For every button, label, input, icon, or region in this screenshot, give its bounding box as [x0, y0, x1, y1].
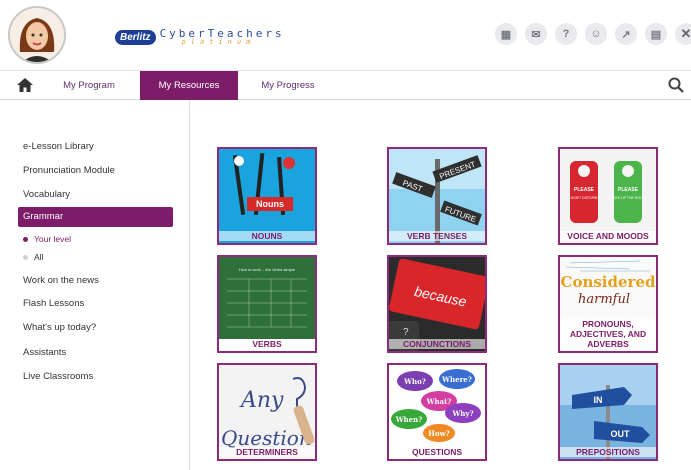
main-nav: My Program My Resources My Progress [0, 71, 691, 100]
card-label: QUESTIONS [389, 447, 485, 457]
radio-unselected-icon [23, 254, 28, 260]
mail-icon[interactable]: ✉ [525, 23, 547, 45]
help-icon[interactable]: ? [555, 23, 577, 45]
sidebar-item-vocabulary[interactable]: Vocabulary [23, 189, 70, 200]
sidebar-item-flash-lessons[interactable]: Flash Lessons [23, 298, 84, 309]
card-questions[interactable]: Who? Where? What? Why? When? How? QUESTI… [387, 363, 487, 461]
card-label: PRONOUNS, ADJECTIVES, AND ADVERBS [560, 319, 656, 349]
svg-text:harmful: harmful [578, 292, 630, 307]
sidebar-item-e-lesson-library[interactable]: e-Lesson Library [23, 141, 94, 152]
avatar[interactable] [8, 6, 66, 64]
card-label: NOUNS [219, 231, 315, 241]
card-label: CONJUNCTIONS [389, 339, 485, 349]
card-label: VERB TENSES [389, 231, 485, 241]
svg-text:IN: IN [594, 395, 603, 405]
sidebar-subitem-label: All [34, 252, 44, 262]
app-header: Berlitz CyberTeachers platinum ▦ ✉ ? ☺ ↗… [0, 0, 691, 71]
sidebar-subitem-your-level[interactable]: Your level [23, 234, 71, 244]
card-label: PREPOSITIONS [560, 447, 656, 457]
svg-text:Considered: Considered [561, 273, 656, 291]
card-nouns[interactable]: Nouns NOUNS [217, 147, 317, 245]
calendar-icon[interactable]: ▤ [645, 23, 667, 45]
svg-text:OUT: OUT [611, 429, 631, 439]
voice-and-moods-image: PLEASE DON'T DISTURB PLEASE MAKE UP THE … [560, 149, 656, 243]
card-verb-tenses[interactable]: PAST PRESENT FUTURE VERB TENSES [387, 147, 487, 245]
home-icon[interactable] [16, 76, 34, 94]
nouns-image: Nouns [219, 149, 315, 243]
sidebar-item-work-on-the-news[interactable]: Work on the news [23, 275, 99, 286]
close-icon[interactable]: ✕ [675, 23, 691, 45]
svg-text:Any: Any [239, 388, 284, 413]
card-prepositions[interactable]: IN OUT PREPOSITIONS [558, 363, 658, 461]
sidebar-subitem-label: Your level [34, 234, 72, 244]
svg-text:How to work – the Verbs simple: How to work – the Verbs simple [239, 267, 296, 272]
header-toolbar: ▦ ✉ ? ☺ ↗ ▤ ✕ [487, 23, 691, 45]
profile-icon[interactable]: ☺ [585, 23, 607, 45]
conjunctions-image: because ? [389, 257, 485, 351]
tab-my-resources[interactable]: My Resources [140, 71, 238, 100]
search-icon[interactable] [667, 76, 685, 94]
svg-text:Nouns: Nouns [256, 199, 284, 209]
svg-text:?: ? [403, 327, 409, 338]
svg-text:How?: How? [428, 429, 449, 438]
sidebar-item-pronunciation-module[interactable]: Pronunciation Module [23, 165, 115, 176]
sidebar-subitem-all[interactable]: All [23, 252, 43, 262]
card-label: VOICE AND MOODS [560, 231, 656, 241]
sidebar-item-live-classrooms[interactable]: Live Classrooms [23, 371, 93, 382]
svg-text:Why?: Why? [451, 409, 473, 418]
card-determiners[interactable]: Any Question DETERMINERS [217, 363, 317, 461]
card-pronouns-adjectives-adverbs[interactable]: Considered harmful PRONOUNS, ADJECTIVES,… [558, 255, 658, 353]
verb-tenses-image: PAST PRESENT FUTURE [389, 149, 485, 243]
svg-text:MAKE UP THE ROOM: MAKE UP THE ROOM [610, 196, 646, 200]
card-verbs[interactable]: How to work – the Verbs simple VERBS [217, 255, 317, 353]
logo-badge: Berlitz [115, 29, 156, 45]
grid-icon[interactable]: ▦ [495, 23, 517, 45]
card-conjunctions[interactable]: because ? CONJUNCTIONS [387, 255, 487, 353]
sidebar-item-grammar[interactable]: Grammar [18, 207, 173, 227]
svg-text:PLEASE: PLEASE [574, 187, 595, 193]
logo-sub-text: platinum [181, 38, 256, 46]
sidebar-item-assistants[interactable]: Assistants [23, 347, 66, 358]
prepositions-image: IN OUT [560, 365, 656, 459]
svg-text:What?: What? [426, 397, 452, 406]
tab-my-program[interactable]: My Program [44, 71, 134, 100]
svg-text:PLEASE: PLEASE [618, 187, 639, 193]
card-label: DETERMINERS [219, 447, 315, 457]
svg-text:When?: When? [395, 415, 423, 424]
sidebar: e-Lesson Library Pronunciation Module Vo… [0, 100, 190, 470]
card-label: VERBS [219, 339, 315, 349]
berlitz-cyberteachers-logo: Berlitz CyberTeachers platinum [115, 26, 285, 48]
verbs-image: How to work – the Verbs simple [219, 257, 315, 351]
questions-image: Who? Where? What? Why? When? How? [389, 365, 485, 459]
svg-text:Where?: Where? [441, 375, 472, 384]
card-voice-and-moods[interactable]: PLEASE DON'T DISTURB PLEASE MAKE UP THE … [558, 147, 658, 245]
radio-selected-icon [23, 236, 28, 242]
sidebar-item-whats-up-today[interactable]: What's up today? [23, 322, 96, 333]
svg-text:Who?: Who? [403, 377, 426, 386]
determiners-image: Any Question [219, 365, 315, 459]
chart-icon[interactable]: ↗ [615, 23, 637, 45]
svg-text:DON'T DISTURB: DON'T DISTURB [571, 196, 599, 200]
tab-my-progress[interactable]: My Progress [244, 71, 332, 100]
